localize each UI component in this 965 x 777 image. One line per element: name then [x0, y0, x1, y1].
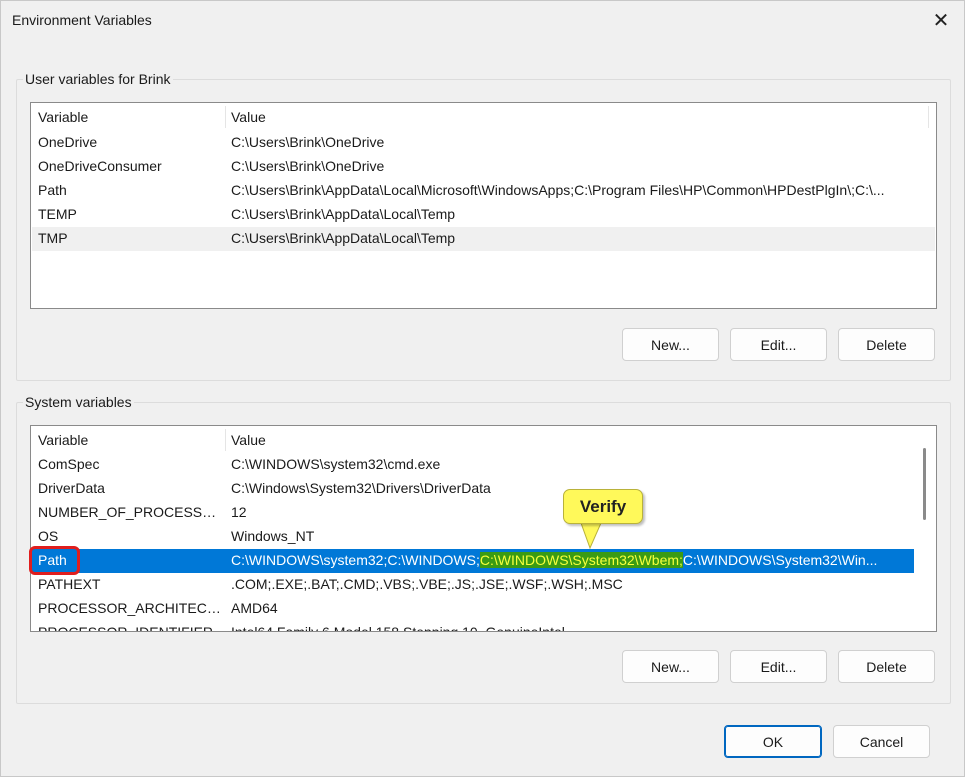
variable-value: Windows_NT [231, 528, 315, 544]
close-icon: ✕ [932, 9, 950, 32]
system-list-header: Variable Value [31, 426, 936, 454]
column-header-value[interactable]: Value [231, 109, 266, 125]
button-label: Delete [866, 336, 907, 353]
list-item[interactable]: PATHEXT .COM;.EXE;.BAT;.CMD;.VBS;.VBE;.J… [32, 573, 914, 597]
ok-button[interactable]: OK [724, 725, 822, 758]
column-separator [225, 429, 226, 451]
variable-value: C:\Users\Brink\OneDrive [231, 134, 385, 150]
variable-name: PROCESSOR_IDENTIFIER [38, 624, 214, 632]
list-item[interactable]: ComSpec C:\WINDOWS\system32\cmd.exe [32, 453, 914, 477]
environment-variables-dialog: Environment Variables ✕ User variables f… [0, 0, 965, 777]
list-item[interactable]: DriverData C:\Windows\System32\Drivers\D… [32, 477, 914, 501]
system-variables-label: System variables [23, 394, 134, 410]
column-header-variable[interactable]: Variable [38, 109, 88, 125]
list-item[interactable]: OneDrive C:\Users\Brink\OneDrive [32, 131, 935, 155]
variable-value: AMD64 [231, 600, 278, 616]
list-item-selected[interactable]: Path C:\WINDOWS\system32;C:\WINDOWS;C:\W… [32, 549, 914, 573]
callout-text: Verify [579, 496, 627, 516]
list-item[interactable]: NUMBER_OF_PROCESSORS 12 [32, 501, 914, 525]
column-header-variable[interactable]: Variable [38, 432, 88, 448]
variable-value: C:\Users\Brink\AppData\Local\Microsoft\W… [231, 182, 885, 198]
column-separator [225, 106, 226, 128]
button-label: New... [651, 658, 690, 675]
user-variables-label: User variables for Brink [23, 71, 173, 87]
button-label: OK [762, 733, 784, 750]
user-edit-button[interactable]: Edit... [730, 328, 827, 361]
button-label: Delete [866, 658, 907, 675]
close-button[interactable]: ✕ [918, 1, 964, 39]
value-part: C:\WINDOWS\System32\Win... [682, 552, 878, 568]
variable-value: Intel64 Family 6 Model 158 Stepping 10, … [231, 624, 565, 632]
user-variables-list[interactable]: Variable Value OneDrive C:\Users\Brink\O… [30, 102, 937, 309]
variable-name: OS [38, 528, 59, 544]
variable-value: C:\WINDOWS\system32;C:\WINDOWS;C:\WINDOW… [231, 552, 913, 568]
variable-name: OneDrive [38, 134, 98, 150]
system-edit-button[interactable]: Edit... [730, 650, 827, 683]
button-label: Cancel [859, 733, 904, 750]
title-bar: Environment Variables ✕ [1, 1, 964, 41]
variable-name: TMP [38, 230, 68, 246]
system-delete-button[interactable]: Delete [838, 650, 935, 683]
list-item[interactable]: OS Windows_NT [32, 525, 914, 549]
column-separator [928, 106, 929, 128]
variable-name: DriverData [38, 480, 105, 496]
variable-name: PROCESSOR_ARCHITECTU... [38, 600, 223, 616]
system-new-button[interactable]: New... [622, 650, 719, 683]
value-part: C:\WINDOWS\system32;C:\WINDOWS; [231, 552, 480, 568]
variable-value: .COM;.EXE;.BAT;.CMD;.VBS;.VBE;.JS;.JSE;.… [231, 576, 623, 592]
verify-callout: Verify [563, 489, 643, 524]
user-list-header: Variable Value [31, 103, 936, 131]
variable-value: C:\WINDOWS\system32\cmd.exe [231, 456, 441, 472]
system-variables-list[interactable]: Variable Value ComSpec C:\WINDOWS\system… [30, 425, 937, 632]
list-item[interactable]: TMP C:\Users\Brink\AppData\Local\Temp [32, 227, 935, 251]
list-item[interactable]: PROCESSOR_IDENTIFIER Intel64 Family 6 Mo… [32, 621, 914, 632]
list-item[interactable]: TEMP C:\Users\Brink\AppData\Local\Temp [32, 203, 935, 227]
variable-name: ComSpec [38, 456, 100, 472]
scrollbar-thumb[interactable] [923, 448, 926, 520]
list-item[interactable]: OneDriveConsumer C:\Users\Brink\OneDrive [32, 155, 935, 179]
button-label: New... [651, 336, 690, 353]
variable-value: C:\Users\Brink\AppData\Local\Temp [231, 206, 456, 222]
variable-value: C:\Users\Brink\AppData\Local\Temp [231, 230, 456, 246]
path-highlight-marker [29, 546, 80, 575]
variable-value: C:\Users\Brink\OneDrive [231, 158, 385, 174]
list-item[interactable]: Path C:\Users\Brink\AppData\Local\Micros… [32, 179, 935, 203]
cancel-button[interactable]: Cancel [833, 725, 930, 758]
value-highlight: C:\WINDOWS\System32\Wbem; [479, 552, 683, 568]
variable-name: OneDriveConsumer [38, 158, 162, 174]
variable-name: NUMBER_OF_PROCESSORS [38, 504, 223, 520]
callout-pointer [581, 523, 602, 549]
list-item[interactable]: PROCESSOR_ARCHITECTU... AMD64 [32, 597, 914, 621]
window-title: Environment Variables [12, 12, 152, 28]
button-label: Edit... [760, 658, 797, 675]
variable-name: TEMP [38, 206, 77, 222]
user-delete-button[interactable]: Delete [838, 328, 935, 361]
user-new-button[interactable]: New... [622, 328, 719, 361]
variable-name: PATHEXT [38, 576, 101, 592]
button-label: Edit... [760, 336, 797, 353]
variable-name: Path [38, 182, 67, 198]
column-header-value[interactable]: Value [231, 432, 266, 448]
